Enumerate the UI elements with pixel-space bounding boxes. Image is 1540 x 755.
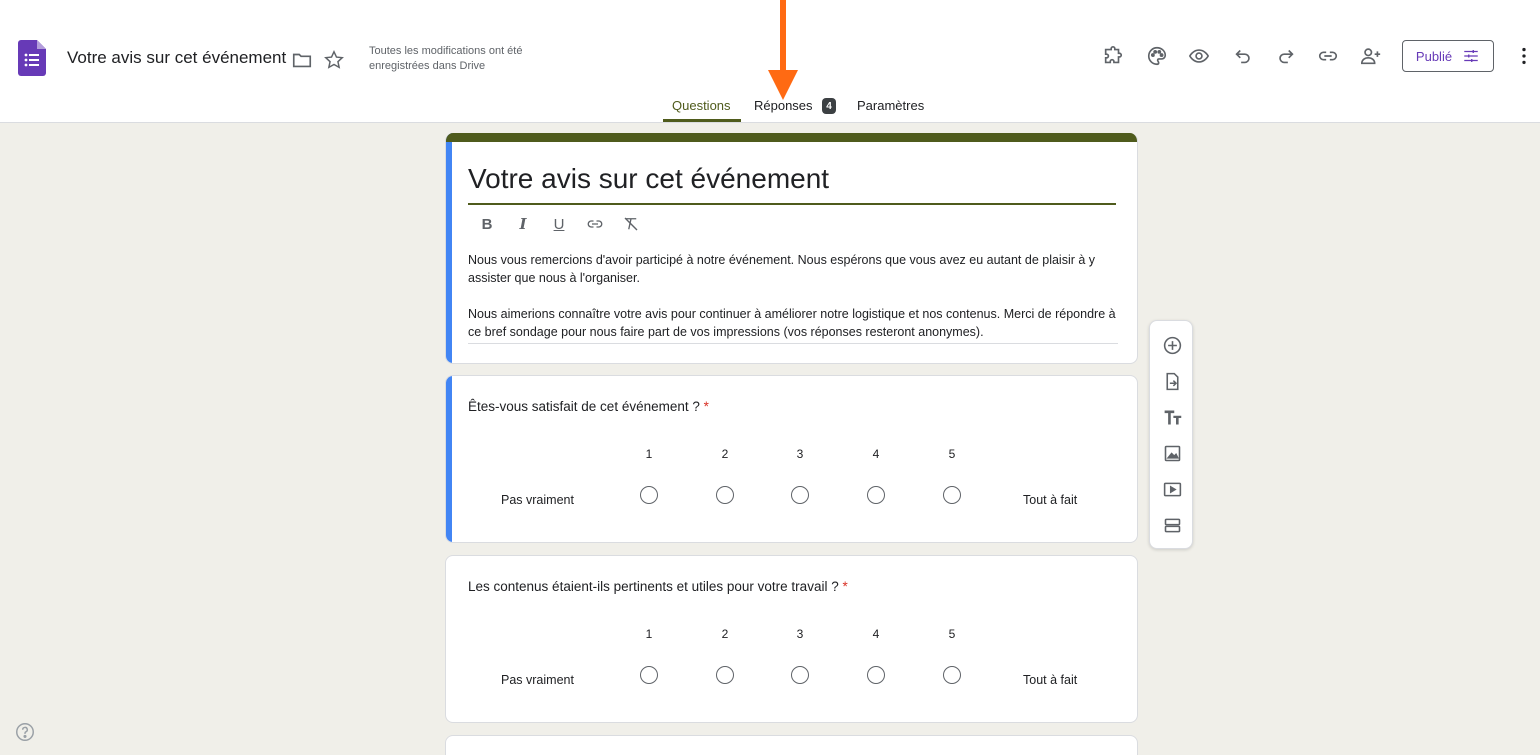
folder-icon[interactable]	[290, 48, 314, 72]
annotation-arrow-icon	[768, 0, 798, 100]
star-icon[interactable]	[322, 48, 346, 72]
required-asterisk: *	[842, 579, 848, 594]
scale-number: 4	[872, 627, 880, 641]
tab-questions[interactable]: Questions	[672, 98, 731, 113]
scale-number: 3	[796, 627, 804, 641]
description-paragraph: Nous aimerions connaître votre avis pour…	[468, 307, 1116, 339]
add-video-icon[interactable]	[1160, 477, 1184, 501]
question-card[interactable]: Êtes-vous satisfait de cet événement ? *…	[445, 375, 1138, 543]
add-section-icon[interactable]	[1160, 513, 1184, 537]
responses-count-badge: 4	[822, 98, 836, 114]
clear-format-icon	[624, 217, 638, 231]
scale-number: 2	[721, 627, 729, 641]
italic-button[interactable]: I	[512, 213, 534, 235]
insert-link-button[interactable]	[584, 213, 606, 235]
scale-number: 4	[872, 447, 880, 461]
theme-color-bar	[446, 133, 1137, 142]
help-icon[interactable]	[14, 721, 36, 743]
italic-icon: I	[519, 215, 527, 233]
scale-number: 1	[645, 627, 653, 641]
form-title-input[interactable]: Votre avis sur cet événement	[468, 163, 1116, 205]
bold-button[interactable]: B	[476, 213, 498, 235]
radio-option-4[interactable]	[867, 486, 885, 504]
underline-icon: U	[553, 215, 565, 233]
tune-icon	[1464, 50, 1478, 62]
floating-toolbar	[1149, 320, 1193, 549]
palette-icon[interactable]	[1145, 44, 1169, 68]
more-vert-icon[interactable]	[1512, 44, 1536, 68]
form-title-card[interactable]: Votre avis sur cet événement B I U Nous …	[445, 133, 1138, 364]
radio-option-5[interactable]	[943, 486, 961, 504]
save-status: Toutes les modifications ont été enregis…	[369, 45, 523, 72]
add-image-icon[interactable]	[1160, 441, 1184, 465]
tab-settings[interactable]: Paramètres	[857, 98, 924, 113]
undo-icon[interactable]	[1231, 44, 1255, 68]
redo-icon[interactable]	[1274, 44, 1298, 68]
radio-option-5[interactable]	[943, 666, 961, 684]
form-description[interactable]: Nous vous remercions d'avoir participé à…	[468, 251, 1118, 344]
clear-format-button[interactable]	[620, 213, 642, 235]
publish-button[interactable]: Publié	[1402, 40, 1494, 72]
scale-number: 1	[645, 447, 653, 461]
tab-responses[interactable]: Réponses	[754, 98, 813, 113]
question-text: Êtes-vous satisfait de cet événement ?	[468, 399, 700, 414]
radio-option-2[interactable]	[716, 666, 734, 684]
puzzle-icon[interactable]	[1101, 44, 1125, 68]
question-title[interactable]: Les contenus étaient-ils pertinents et u…	[468, 579, 848, 594]
question-title[interactable]: Êtes-vous satisfait de cet événement ? *	[468, 399, 709, 414]
bold-icon: B	[481, 215, 493, 233]
radio-option-3[interactable]	[791, 486, 809, 504]
link-icon	[587, 220, 603, 228]
add-title-icon[interactable]	[1160, 405, 1184, 429]
scale-number: 5	[948, 447, 956, 461]
forms-logo-icon[interactable]	[18, 40, 46, 76]
add-person-icon[interactable]	[1359, 44, 1383, 68]
scale-number: 3	[796, 447, 804, 461]
format-toolbar: B I U	[476, 213, 642, 235]
link-icon[interactable]	[1316, 44, 1340, 68]
import-questions-icon[interactable]	[1160, 369, 1184, 393]
scale-low-label: Pas vraiment	[501, 673, 574, 687]
document-title[interactable]: Votre avis sur cet événement	[67, 48, 286, 68]
radio-option-1[interactable]	[640, 486, 658, 504]
radio-option-2[interactable]	[716, 486, 734, 504]
scale-number: 2	[721, 447, 729, 461]
required-asterisk: *	[703, 399, 709, 414]
scale-number: 5	[948, 627, 956, 641]
radio-option-1[interactable]	[640, 666, 658, 684]
question-card[interactable]: Les contenus étaient-ils pertinents et u…	[445, 555, 1138, 723]
scale-high-label: Tout à fait	[1023, 673, 1078, 687]
description-paragraph: Nous vous remercions d'avoir participé à…	[468, 253, 1096, 285]
question-card[interactable]	[445, 735, 1138, 755]
add-question-icon[interactable]	[1160, 333, 1184, 357]
active-tab-indicator	[663, 119, 741, 122]
publish-label: Publié	[1415, 48, 1453, 64]
underline-button[interactable]: U	[548, 213, 570, 235]
radio-option-4[interactable]	[867, 666, 885, 684]
question-text: Les contenus étaient-ils pertinents et u…	[468, 579, 839, 594]
eye-icon[interactable]	[1187, 44, 1211, 68]
scale-high-label: Tout à fait	[1023, 493, 1078, 507]
scale-low-label: Pas vraiment	[501, 493, 574, 507]
radio-option-3[interactable]	[791, 666, 809, 684]
